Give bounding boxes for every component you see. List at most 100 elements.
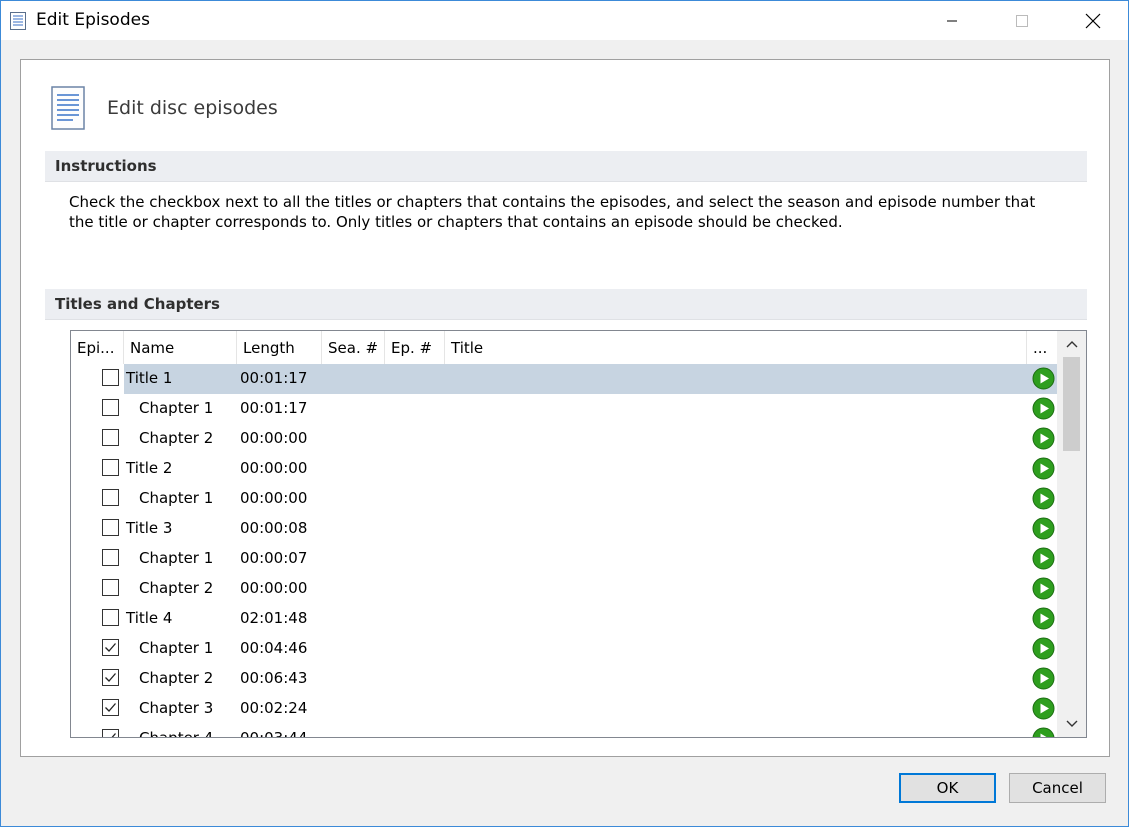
play-button[interactable] <box>1032 367 1055 390</box>
maximize-button[interactable] <box>999 1 1045 40</box>
document-icon <box>51 86 85 130</box>
episode-checkbox[interactable] <box>102 729 119 737</box>
main-panel: Edit disc episodes Instructions Check th… <box>20 59 1110 757</box>
close-button[interactable] <box>1070 1 1116 40</box>
play-button[interactable] <box>1032 637 1055 660</box>
row-length: 00:00:07 <box>240 549 308 567</box>
column-header-length[interactable]: Length <box>237 331 322 364</box>
scroll-down-button[interactable] <box>1057 711 1086 737</box>
play-icon <box>1032 697 1055 720</box>
titles-chapters-header: Titles and Chapters <box>45 289 1087 320</box>
scroll-up-button[interactable] <box>1057 331 1086 357</box>
play-icon <box>1032 637 1055 660</box>
table-row-title[interactable]: Title 1 00:01:17 <box>71 364 1057 394</box>
row-length: 00:02:24 <box>240 699 308 717</box>
cancel-button[interactable]: Cancel <box>1009 773 1106 803</box>
play-icon <box>1032 397 1055 420</box>
row-length: 00:00:00 <box>240 579 308 597</box>
window-title: Edit Episodes <box>36 10 150 30</box>
episode-checkbox[interactable] <box>102 369 119 386</box>
row-length: 00:01:17 <box>240 399 308 417</box>
row-length: 00:00:00 <box>240 429 308 447</box>
column-header-more[interactable]: ... <box>1027 331 1057 364</box>
table-row-chapter[interactable]: Chapter 2 00:06:43 <box>71 664 1057 694</box>
maximize-icon <box>1016 14 1028 27</box>
play-icon <box>1032 487 1055 510</box>
row-length: 02:01:48 <box>240 609 308 627</box>
column-header-title[interactable]: Title <box>445 331 1027 364</box>
table-row-title[interactable]: Title 3 00:00:08 <box>71 514 1057 544</box>
play-icon <box>1032 607 1055 630</box>
checkmark-icon <box>105 673 116 682</box>
episode-checkbox[interactable] <box>102 639 119 656</box>
row-name: Chapter 2 <box>139 429 214 447</box>
table-row-chapter[interactable]: Chapter 2 00:00:00 <box>71 424 1057 454</box>
list-rows: Title 1 00:01:17 Chapter 1 00:01:17 Chapter … <box>71 364 1057 738</box>
episode-checkbox[interactable] <box>102 519 119 536</box>
episode-checkbox[interactable] <box>102 429 119 446</box>
minimize-button[interactable] <box>929 1 975 40</box>
episode-checkbox[interactable] <box>102 549 119 566</box>
play-button[interactable] <box>1032 607 1055 630</box>
table-row-chapter[interactable]: Chapter 1 00:01:17 <box>71 394 1057 424</box>
table-row-chapter[interactable]: Chapter 2 00:00:00 <box>71 574 1057 604</box>
table-row-chapter[interactable]: Chapter 1 00:00:07 <box>71 544 1057 574</box>
row-name: Chapter 4 <box>139 729 214 738</box>
column-header-episode[interactable]: Epi... <box>71 331 124 364</box>
play-button[interactable] <box>1032 547 1055 570</box>
table-row-chapter[interactable]: Chapter 4 00:03:44 <box>71 724 1057 738</box>
row-name: Chapter 3 <box>139 699 214 717</box>
play-button[interactable] <box>1032 397 1055 420</box>
instructions-text: Check the checkbox next to all the title… <box>69 192 1069 232</box>
play-button[interactable] <box>1032 727 1055 737</box>
scroll-up-icon <box>1066 341 1077 348</box>
play-icon <box>1032 427 1055 450</box>
play-button[interactable] <box>1032 457 1055 480</box>
play-icon <box>1032 547 1055 570</box>
table-row-chapter[interactable]: Chapter 1 00:00:00 <box>71 484 1057 514</box>
column-header-name[interactable]: Name <box>124 331 237 364</box>
play-button[interactable] <box>1032 427 1055 450</box>
dialog-window: Edit Episodes Edit disc episodes Instruc… <box>0 0 1129 827</box>
play-button[interactable] <box>1032 517 1055 540</box>
table-row-chapter[interactable]: Chapter 1 00:04:46 <box>71 634 1057 664</box>
column-header-season[interactable]: Sea. # <box>322 331 385 364</box>
instructions-line: the title or chapter corresponds to. Onl… <box>69 213 843 231</box>
titles-chapters-list[interactable]: Epi... Name Length Sea. # Ep. # Title ..… <box>70 330 1087 738</box>
page-title: Edit disc episodes <box>107 97 278 119</box>
column-header-episode-number[interactable]: Ep. # <box>385 331 445 364</box>
ok-button[interactable]: OK <box>899 773 996 803</box>
list-header: Epi... Name Length Sea. # Ep. # Title ..… <box>71 331 1057 364</box>
row-name: Chapter 2 <box>139 579 214 597</box>
table-row-chapter[interactable]: Chapter 3 00:02:24 <box>71 694 1057 724</box>
title-bar: Edit Episodes <box>1 1 1128 40</box>
row-name: Title 1 <box>126 369 173 387</box>
row-length: 00:00:00 <box>240 459 308 477</box>
row-name: Chapter 1 <box>139 549 214 567</box>
episode-checkbox[interactable] <box>102 489 119 506</box>
episode-checkbox[interactable] <box>102 609 119 626</box>
row-name: Title 2 <box>126 459 173 477</box>
play-button[interactable] <box>1032 487 1055 510</box>
episode-checkbox[interactable] <box>102 699 119 716</box>
scroll-down-icon <box>1066 720 1077 727</box>
play-icon <box>1032 517 1055 540</box>
scroll-thumb[interactable] <box>1063 357 1080 451</box>
vertical-scrollbar[interactable] <box>1057 331 1086 737</box>
episode-checkbox[interactable] <box>102 459 119 476</box>
episode-checkbox[interactable] <box>102 399 119 416</box>
row-name: Chapter 2 <box>139 669 214 687</box>
play-button[interactable] <box>1032 577 1055 600</box>
episode-checkbox[interactable] <box>102 669 119 686</box>
titles-chapters-heading: Titles and Chapters <box>55 295 220 313</box>
checkmark-icon <box>111 733 116 737</box>
play-icon <box>1032 367 1055 390</box>
episode-checkbox[interactable] <box>102 579 119 596</box>
table-row-title[interactable]: Title 2 00:00:00 <box>71 454 1057 484</box>
row-length: 00:04:46 <box>240 639 308 657</box>
play-button[interactable] <box>1032 667 1055 690</box>
table-row-title[interactable]: Title 4 02:01:48 <box>71 604 1057 634</box>
row-length: 00:00:08 <box>240 519 308 537</box>
play-button[interactable] <box>1032 697 1055 720</box>
row-name: Title 3 <box>126 519 173 537</box>
